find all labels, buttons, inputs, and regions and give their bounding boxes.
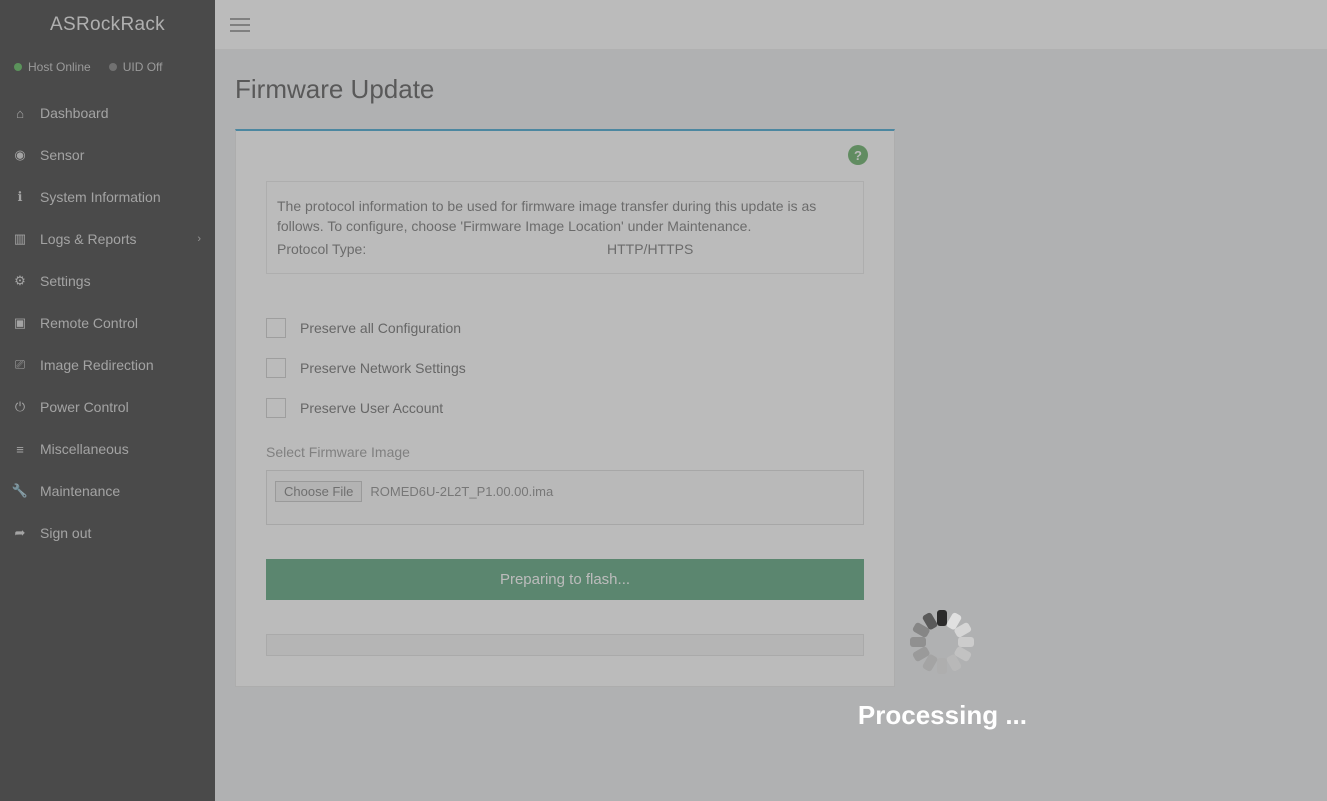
firmware-image-label: Select Firmware Image [266,444,864,460]
sidebar-item-image-redirection[interactable]: ⎚ Image Redirection [0,344,215,386]
nav-label: Sensor [40,147,84,163]
choose-file-button[interactable]: Choose File [275,481,362,502]
nav-label: Settings [40,273,91,289]
gear-icon: ⚙ [12,273,28,289]
sidebar-item-logs-reports[interactable]: ▥ Logs & Reports › [0,218,215,260]
preserve-options: Preserve all Configuration Preserve Netw… [266,318,864,418]
protocol-description: The protocol information to be used for … [277,196,853,237]
main: Firmware Update ? The protocol informati… [215,50,1327,711]
uid-status: UID Off [109,60,163,74]
sidebar-item-power-control[interactable]: ⏻ Power Control [0,386,215,428]
protocol-info-block: The protocol information to be used for … [266,181,864,274]
page-title: Firmware Update [235,74,1307,105]
content: Firmware Update ? The protocol informati… [215,0,1327,801]
help-button[interactable]: ? [848,145,868,165]
progress-bar [266,634,864,656]
host-status-label: Host Online [28,60,91,74]
nav-label: Sign out [40,525,91,541]
burger-line-icon [230,24,250,26]
sidebar-item-remote-control[interactable]: ▣ Remote Control [0,302,215,344]
checkbox-input[interactable] [266,398,286,418]
chart-icon: ▥ [12,231,28,247]
uid-status-label: UID Off [123,60,163,74]
nav-label: System Information [40,189,161,205]
burger-line-icon [230,30,250,32]
gauge-icon: ◉ [12,147,28,163]
sidebar-item-maintenance[interactable]: 🔧 Maintenance [0,470,215,512]
sidebar-item-dashboard[interactable]: ⌂ Dashboard [0,92,215,134]
start-flash-button[interactable]: Preparing to flash... [266,559,864,600]
host-status: Host Online [14,60,91,74]
disk-icon: ⎚ [12,357,28,373]
nav-label: Dashboard [40,105,109,121]
protocol-type-value: HTTP/HTTPS [607,239,693,259]
protocol-type-label: Protocol Type: [277,239,607,259]
protocol-row: Protocol Type: HTTP/HTTPS [277,239,853,259]
nav-label: Maintenance [40,483,120,499]
checkbox-label: Preserve Network Settings [300,360,466,376]
preserve-network-settings-checkbox[interactable]: Preserve Network Settings [266,358,864,378]
sidebar-item-sensor[interactable]: ◉ Sensor [0,134,215,176]
sidebar: ASRockRack Host Online UID Off ⌂ Dashboa… [0,0,215,801]
status-dot-off-icon [109,63,117,71]
list-icon: ≡ [12,441,28,457]
nav-label: Miscellaneous [40,441,129,457]
topbar [215,0,1327,50]
firmware-update-card: ? The protocol information to be used fo… [235,129,895,687]
status-dot-online-icon [14,63,22,71]
nav-label: Logs & Reports [40,231,137,247]
sidebar-item-signout[interactable]: ➦ Sign out [0,512,215,554]
preserve-user-account-checkbox[interactable]: Preserve User Account [266,398,864,418]
burger-line-icon [230,18,250,20]
help-icon: ? [848,145,868,165]
sidebar-item-settings[interactable]: ⚙ Settings [0,260,215,302]
power-icon: ⏻ [12,399,28,415]
nav-label: Remote Control [40,315,138,331]
firmware-image-input[interactable]: Choose File ROMED6U-2L2T_P1.00.00.ima [266,470,864,525]
checkbox-label: Preserve all Configuration [300,320,461,336]
brand-logo: ASRockRack [0,0,215,50]
checkbox-input[interactable] [266,358,286,378]
wrench-icon: 🔧 [12,483,28,499]
status-row: Host Online UID Off [0,50,215,92]
signout-icon: ➦ [12,525,28,541]
checkbox-label: Preserve User Account [300,400,443,416]
chevron-right-icon: › [197,233,201,245]
preserve-all-configuration-checkbox[interactable]: Preserve all Configuration [266,318,864,338]
nav-label: Power Control [40,399,129,415]
monitor-icon: ▣ [12,315,28,331]
sidebar-item-miscellaneous[interactable]: ≡ Miscellaneous [0,428,215,470]
info-icon: ℹ [12,189,28,205]
selected-file-name: ROMED6U-2L2T_P1.00.00.ima [370,484,553,499]
home-icon: ⌂ [12,105,28,121]
menu-toggle-button[interactable] [225,10,255,40]
sidebar-item-system-information[interactable]: ℹ System Information [0,176,215,218]
nav-label: Image Redirection [40,357,154,373]
checkbox-input[interactable] [266,318,286,338]
nav: ⌂ Dashboard ◉ Sensor ℹ System Informatio… [0,92,215,554]
